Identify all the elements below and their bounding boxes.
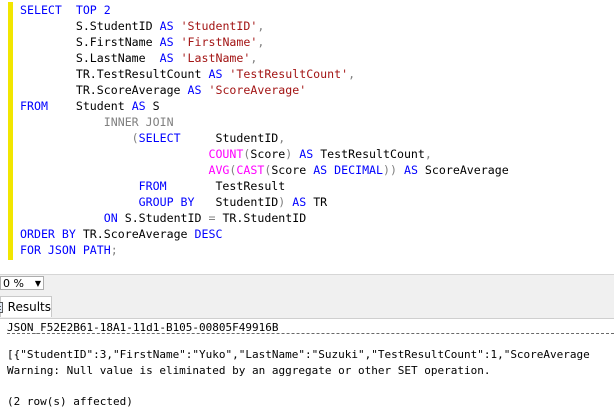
- code-token: (: [20, 131, 139, 145]
- code-line[interactable]: S.FirstName AS 'FirstName',: [20, 34, 509, 50]
- result-json-row: [{"StudentID":3,"FirstName":"Yuko","Last…: [7, 348, 590, 361]
- code-token: StudentID: [194, 195, 279, 209]
- code-token: AS: [159, 19, 181, 33]
- code-token: AS: [403, 163, 425, 177]
- results-tabstrip: Results: [0, 292, 614, 319]
- code-line[interactable]: ORDER BY TR.ScoreAverage DESC: [20, 226, 509, 242]
- code-token: GROUP BY: [138, 195, 195, 209]
- code-token: Score: [250, 147, 286, 161]
- code-token: TR.TestResultCount: [20, 67, 209, 81]
- code-token: FOR JSON PATH: [20, 243, 111, 257]
- code-token: ;: [110, 243, 118, 257]
- code-token: FROM: [20, 99, 48, 113]
- code-token: TR.ScoreAverage: [20, 83, 188, 97]
- code-line[interactable]: SELECT TOP 2: [20, 2, 509, 18]
- code-line[interactable]: ON S.StudentID = TR.StudentID: [20, 210, 509, 226]
- code-line[interactable]: FROM TestResult: [20, 178, 509, 194]
- code-token: 'FirstName': [180, 35, 258, 49]
- code-line[interactable]: AVG(CAST(Score AS DECIMAL)) AS ScoreAver…: [20, 162, 509, 178]
- code-token: AVG: [208, 163, 230, 177]
- code-token: AS: [292, 195, 314, 209]
- code-line[interactable]: (SELECT StudentID,: [20, 130, 509, 146]
- code-token: ): [285, 147, 300, 161]
- code-token: FROM: [138, 179, 167, 193]
- chevron-down-icon: ▼: [34, 279, 41, 288]
- code-token: Score: [271, 163, 314, 177]
- code-token: TR.ScoreAverage: [82, 227, 195, 241]
- code-token: TR: [313, 195, 328, 209]
- code-token: 'LastName': [180, 51, 251, 65]
- sql-code[interactable]: SELECT TOP 2 S.StudentID AS 'StudentID',…: [20, 2, 509, 258]
- code-line[interactable]: S.LastName AS 'LastName',: [20, 50, 509, 66]
- code-token: )): [383, 163, 404, 177]
- code-token: AS DECIMAL: [313, 163, 384, 177]
- code-token: INNER JOIN: [20, 115, 174, 129]
- code-token: =: [208, 211, 223, 225]
- code-token: S: [152, 99, 160, 113]
- code-token: ,: [257, 35, 265, 49]
- code-token: ,: [424, 147, 432, 161]
- code-token: SELECT: [138, 131, 181, 145]
- code-token: ,: [348, 67, 356, 81]
- code-line[interactable]: FOR JSON PATH;: [20, 242, 509, 258]
- rows-affected-message: (2 row(s) affected): [7, 395, 133, 408]
- code-token: TestResult: [166, 179, 286, 193]
- warning-message: Warning: Null value is eliminated by an …: [7, 364, 491, 377]
- code-token: AS: [208, 67, 230, 81]
- code-token: S.StudentID: [20, 19, 160, 33]
- code-token: AS: [187, 83, 209, 97]
- zoom-dropdown[interactable]: 0 % ▼: [0, 276, 44, 290]
- code-token: ): [278, 195, 293, 209]
- code-token: ,: [278, 131, 286, 145]
- header-divider: [7, 333, 614, 334]
- tab-results[interactable]: Results: [0, 296, 52, 317]
- editor-status-bar: 0 % ▼: [0, 274, 614, 293]
- code-line[interactable]: COUNT(Score) AS TestResultCount,: [20, 146, 509, 162]
- code-token: AS: [131, 99, 153, 113]
- code-token: TestResultCount: [320, 147, 425, 161]
- code-token: AS: [159, 35, 181, 49]
- code-token: ,: [250, 51, 258, 65]
- code-line[interactable]: TR.TestResultCount AS 'TestResultCount',: [20, 66, 509, 82]
- code-token: DESC: [194, 227, 223, 241]
- zoom-value: 0 %: [3, 277, 24, 290]
- code-token: 'ScoreAverage': [208, 83, 307, 97]
- results-grid-icon: [0, 301, 3, 313]
- code-token: ScoreAverage: [424, 163, 509, 177]
- query-editor[interactable]: SELECT TOP 2 S.StudentID AS 'StudentID',…: [0, 0, 614, 274]
- tab-results-label: Results: [7, 300, 51, 314]
- code-line[interactable]: GROUP BY StudentID) AS TR: [20, 194, 509, 210]
- code-token: COUNT: [208, 147, 244, 161]
- results-pane[interactable]: JSON_F52E2B61-18A1-11d1-B105-00805F49916…: [0, 319, 614, 415]
- code-token: S.StudentID: [124, 211, 209, 225]
- code-line[interactable]: INNER JOIN: [20, 114, 509, 130]
- code-token: SELECT TOP 2: [20, 3, 111, 17]
- code-token: 'StudentID': [180, 19, 258, 33]
- code-token: AS: [299, 147, 321, 161]
- code-line[interactable]: FROM Student AS S: [20, 98, 509, 114]
- code-token: AS: [159, 51, 181, 65]
- code-token: ORDER BY: [20, 227, 83, 241]
- code-token: TR.StudentID: [222, 211, 307, 225]
- code-line[interactable]: TR.ScoreAverage AS 'ScoreAverage': [20, 82, 509, 98]
- code-line[interactable]: S.StudentID AS 'StudentID',: [20, 18, 509, 34]
- code-token: Student: [47, 99, 132, 113]
- code-token: ,: [257, 19, 265, 33]
- code-token: S.FirstName: [20, 35, 160, 49]
- code-token: S.LastName: [20, 51, 160, 65]
- code-token: 'TestResultCount': [229, 67, 349, 81]
- change-tracking-bar: [8, 2, 13, 260]
- code-token: ON: [103, 211, 125, 225]
- code-token: CAST: [236, 163, 265, 177]
- code-token: StudentID: [180, 131, 279, 145]
